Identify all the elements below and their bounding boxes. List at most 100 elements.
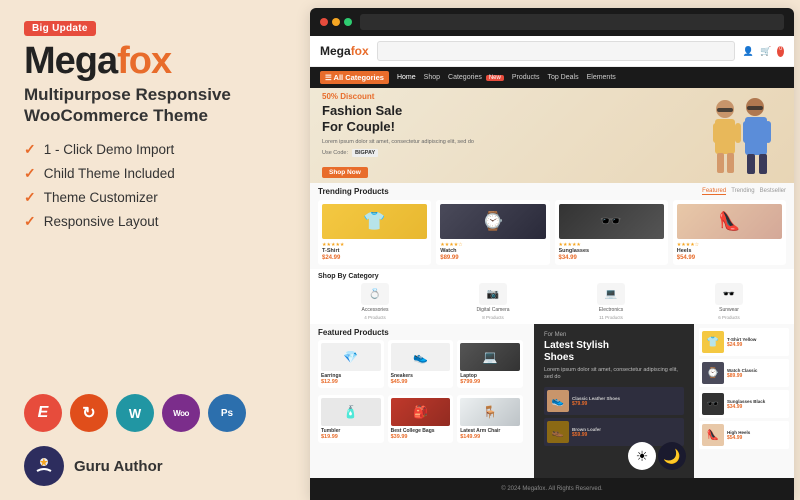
category-accessories[interactable]: 💍 Accessories 4 Products: [318, 283, 432, 320]
nav-home[interactable]: Home: [397, 74, 416, 81]
store-logo-fox: fox: [351, 44, 369, 58]
category-camera[interactable]: 📷 Digital Camera 8 Products: [436, 283, 550, 320]
strip-img-r4: 👠: [702, 424, 724, 446]
shoes-title-line2: Shoes: [544, 352, 574, 363]
strip-info-r4: High Heels $54.99: [727, 430, 786, 441]
footer-bar: © 2024 Megafox. All Rights Reserved.: [310, 478, 794, 500]
top-section: Big Update Mega fox Multipurpose Respons…: [24, 18, 286, 244]
feat-img-5: 🎒: [391, 398, 451, 426]
featured-title: Featured Products: [318, 328, 526, 337]
guru-text: Guru Author: [74, 458, 163, 475]
right-products-strip: 👕 T-Shirt Yellow $24.99 ⌚ Watch Classic …: [694, 324, 794, 478]
category-sunwear[interactable]: 🕶️ Sunwear 6 Products: [672, 283, 786, 320]
feat-price-1: $12.99: [321, 379, 381, 385]
refresh-icon: ↻: [70, 394, 108, 432]
product-name-3: Sunglasses: [559, 248, 664, 254]
trending-section: Trending Products Featured Trending Best…: [318, 187, 786, 265]
product-name-4: Heels: [677, 248, 782, 254]
sunwear-label: Sunwear: [719, 307, 739, 313]
elementor-icon: E: [24, 394, 62, 432]
featured-grid: 💎 Earrings $12.99 👟 Sneakers $45.99 💻 La…: [318, 340, 526, 446]
feat-img-4: 🧴: [321, 398, 381, 426]
nav-top-deals[interactable]: Top Deals: [547, 74, 578, 81]
strip-card-r4: 👠 High Heels $54.99: [699, 421, 789, 449]
product-card-2: ⌚ ★★★★☆ Watch $89.99: [436, 200, 549, 265]
store-search-bar[interactable]: [377, 41, 735, 61]
strip-price-1: $79.99: [572, 401, 681, 407]
cart-count: 0: [777, 46, 784, 57]
trending-header: Trending Products Featured Trending Best…: [318, 187, 786, 196]
category-electronics[interactable]: 💻 Electronics 11 Products: [554, 283, 668, 320]
hero-description: Lorem ipsum dolor sit amet, consectetur …: [322, 139, 697, 145]
feature-item-2: ✓ Child Theme Included: [24, 165, 286, 182]
camera-icon: 📷: [479, 283, 507, 305]
strip-info-r2: Watch Classic $89.99: [727, 368, 786, 379]
browser-wrapper: Mega fox 👤 🛒 0 ☰ All Categories Home Sho…: [310, 8, 794, 500]
browser-bar: [310, 8, 794, 36]
tab-trending[interactable]: Trending: [731, 188, 754, 195]
shoes-banner-title: Latest Stylish Shoes: [544, 340, 684, 364]
nav-all-categories[interactable]: ☰ All Categories: [320, 71, 389, 84]
strip-card-r1: 👕 T-Shirt Yellow $24.99: [699, 328, 789, 356]
nav-new-badge: New: [486, 75, 504, 81]
strip-price-2: $59.99: [572, 432, 681, 438]
feat-price-6: $149.99: [460, 434, 520, 440]
feat-price-2: $45.99: [391, 379, 451, 385]
dark-mode-toggle[interactable]: ☀ 🌙: [628, 442, 686, 470]
feat-img-3: 💻: [460, 343, 520, 371]
shoes-banner: For Men Latest Stylish Shoes Lorem ipsum…: [534, 324, 694, 478]
strip-card-r3: 🕶️ Sunglasses Black $34.99: [699, 390, 789, 418]
strip-price-r4: $54.99: [727, 435, 786, 441]
category-grid: 💍 Accessories 4 Products 📷 Digital Camer…: [318, 283, 786, 320]
feat-card-2: 👟 Sneakers $45.99: [388, 340, 454, 388]
hero-title-line1: Fashion Sale: [322, 103, 402, 118]
feat-card-6: 🪑 Latest Arm Chair $149.99: [457, 395, 523, 443]
feat-price-5: $39.99: [391, 434, 451, 440]
dot-minimize: [332, 18, 340, 26]
check-icon-4: ✓: [24, 213, 36, 230]
guru-row: Guru Author: [24, 446, 286, 486]
category-section: Shop By Category 💍 Accessories 4 Product…: [310, 269, 794, 324]
hero-text-area: 50% Discount Fashion Sale For Couple! Lo…: [322, 92, 697, 178]
product-price-4: $54.99: [677, 255, 782, 261]
product-img-2: ⌚: [440, 204, 545, 239]
check-icon-2: ✓: [24, 165, 36, 182]
product-card-1: 👕 ★★★★★ T-Shirt $24.99: [318, 200, 431, 265]
electronics-count: 11 Products: [599, 315, 623, 320]
strip-price-r2: $89.99: [727, 373, 786, 379]
woocommerce-icon: Woo: [162, 394, 200, 432]
product-name-2: Watch: [440, 248, 545, 254]
accessories-count: 4 Products: [364, 315, 386, 320]
hero-title-line2: For Couple!: [322, 119, 395, 134]
feat-price-4: $19.99: [321, 434, 381, 440]
logo-row: Mega fox: [24, 42, 286, 80]
features-list: ✓ 1 - Click Demo Import ✓ Child Theme In…: [24, 141, 286, 230]
feat-card-5: 🎒 Best College Bags $39.99: [388, 395, 454, 443]
sunwear-icon: 🕶️: [715, 283, 743, 305]
nav-elements[interactable]: Elements: [587, 74, 616, 81]
nav-products[interactable]: Products: [512, 74, 540, 81]
shoes-description: Lorem ipsum dolor sit amet, consectetur …: [544, 367, 684, 381]
toggle-light-button[interactable]: ☀: [628, 442, 656, 470]
coupon-row: Use Code: BIGPAY: [322, 149, 697, 157]
tab-bestseller[interactable]: Bestseller: [760, 188, 786, 195]
electronics-icon: 💻: [597, 283, 625, 305]
feature-label-3: Theme Customizer: [44, 190, 158, 205]
product-img-3: 🕶️: [559, 204, 664, 239]
hero-discount: 50% Discount: [322, 92, 697, 101]
feature-label-1: 1 - Click Demo Import: [44, 142, 175, 157]
store-logo: Mega fox: [320, 44, 369, 58]
nav-shop[interactable]: Shop: [424, 74, 440, 81]
feat-img-6: 🪑: [460, 398, 520, 426]
product-img-1: 👕: [322, 204, 427, 239]
hero-cta-button[interactable]: Shop Now: [322, 167, 368, 178]
tech-icons-row: E ↻ W Woo Ps: [24, 394, 286, 432]
tab-featured[interactable]: Featured: [702, 188, 726, 195]
nav-categories[interactable]: Categories New: [448, 74, 504, 81]
product-name-1: T-Shirt: [322, 248, 427, 254]
coupon-label: Use Code:: [322, 150, 348, 156]
toggle-dark-button[interactable]: 🌙: [658, 442, 686, 470]
camera-count: 8 Products: [482, 315, 504, 320]
check-icon-3: ✓: [24, 189, 36, 206]
footer-text: © 2024 Megafox. All Rights Reserved.: [501, 486, 602, 492]
